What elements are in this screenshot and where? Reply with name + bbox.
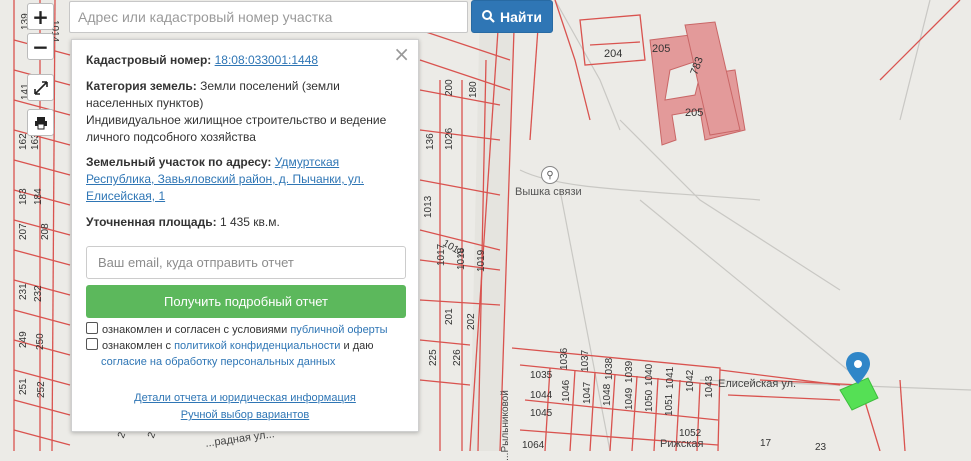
address-row: Земельный участок по адресу: Удмуртская … [86,154,404,205]
fullscreen-button[interactable] [27,74,54,101]
parcel-number: 226 [452,349,463,366]
manual-row: Ручной выбор вариантов [72,409,418,421]
category-row: Категория земель: Земли поселений (земли… [86,78,404,146]
parcel-number: 184 [33,188,44,205]
area-label: Уточненная площадь: [86,215,217,229]
parcel-number: 1045 [530,408,553,419]
parcel-number: 1044 [530,390,553,401]
parcel-number: 252 [36,381,47,398]
consent-privacy-text: ознакомлен с [102,340,172,352]
consent-offer-text: ознакомлен и согласен с условиями [102,324,288,336]
printer-icon [34,116,47,129]
privacy-checkbox[interactable] [86,338,98,350]
category-label: Категория земель: [86,79,197,93]
parcel-number: 1041 [665,366,676,389]
consent-offer: ознакомлен и согласен с условиями публич… [86,322,388,338]
building-label: 205 [685,107,704,119]
parcel-number: 1048 [602,383,613,406]
area-row: Уточненная площадь: 1 435 кв.м. [86,214,404,231]
parcel-number: 207 [18,223,29,240]
tower-label: Вышка связи [515,186,582,198]
search-button[interactable]: Найти [471,0,553,33]
parcel-number: 1046 [561,379,572,402]
consent-privacy-text-2: и даю [343,340,374,352]
street-label: Елисейская ул. [718,378,797,390]
details-row: Детали отчета и юридическая информация [72,392,418,404]
parcel-number: 208 [40,223,51,240]
parcel-number: 231 [18,283,29,300]
location-marker-dot [854,360,862,368]
expand-icon [33,80,48,95]
street-label-vertical: ...Рыльниковой [499,390,511,461]
parcel-number: 1052 [679,428,702,439]
personal-data-link[interactable]: согласие на обработку персональных данны… [101,356,335,368]
consent-privacy: ознакомлен с политикой конфиденциальност… [86,338,406,370]
parcel-number: 1013 [423,195,434,218]
parcel-number: 1038 [604,357,615,380]
parcel-number: 162 [18,133,29,150]
manual-selection-link[interactable]: Ручной выбор вариантов [181,409,309,421]
parcel-number: 1017 [436,243,447,266]
building-label: 205 [652,43,671,55]
parcel-number: 1047 [582,381,593,404]
parcel-number: 180 [468,81,479,98]
parcel-number: 200 [444,79,455,96]
tower-icon[interactable]: ⚲ [541,166,559,184]
search-input[interactable] [69,1,468,33]
parcel-number: 232 [33,285,44,302]
search-icon [482,10,495,23]
parcel-number: 183 [18,188,29,205]
zoom-in-button[interactable]: + [27,3,54,30]
building-label: 204 [604,48,623,60]
parcel-number: 225 [428,349,439,366]
parcel-number: 1050 [644,389,655,412]
cadastral-row: Кадастровый номер: 18:08:033001:1448 [86,52,404,69]
details-link[interactable]: Детали отчета и юридическая информация [134,392,356,404]
print-button[interactable] [27,109,54,136]
parcel-number: 1064 [522,440,545,451]
usage-value: Индивидуальное жилищное строительство и … [86,113,387,144]
parcel-number: 23 [815,442,827,453]
parcel-number: 1043 [704,375,715,398]
parcel-number: 1026 [444,127,455,150]
privacy-policy-link[interactable]: политикой конфиденциальности [174,340,340,352]
parcel-number: 17 [760,438,772,449]
parcel-number: 201 [444,308,455,325]
cadastral-label: Кадастровый номер: [86,53,212,67]
area-value: 1 435 кв.м. [219,215,280,229]
parcel-info-panel: × Кадастровый номер: 18:08:033001:1448 К… [71,39,419,432]
zoom-out-button[interactable]: − [27,33,54,60]
parcel-number: 1042 [685,369,696,392]
cadastral-number-link[interactable]: 18:08:033001:1448 [215,53,318,67]
street-label-rizhskaya: Рижская [660,438,704,450]
get-report-button[interactable]: Получить подробный отчет [86,285,406,318]
parcel-number: 1051 [664,393,675,416]
parcel-number: 1019 [476,249,487,272]
parcel-number: 1049 [624,387,635,410]
parcel-number: 1036 [559,347,570,370]
offer-link[interactable]: публичной оферты [290,324,387,336]
parcel-number: 1039 [624,360,635,383]
parcel-number: 251 [18,378,29,395]
parcel-number: 250 [35,333,46,350]
parcel-number: 1037 [580,349,591,372]
address-label: Земельный участок по адресу: [86,155,272,169]
email-field[interactable] [86,246,406,279]
parcel-number: 1035 [530,370,553,381]
offer-checkbox[interactable] [86,322,98,334]
search-button-label: Найти [500,8,542,25]
parcel-number: 1040 [644,363,655,386]
parcel-number: 202 [466,313,477,330]
parcel-number: 249 [18,331,29,348]
parcel-number: 136 [425,133,436,150]
parcel-number: 1018 [456,247,467,270]
